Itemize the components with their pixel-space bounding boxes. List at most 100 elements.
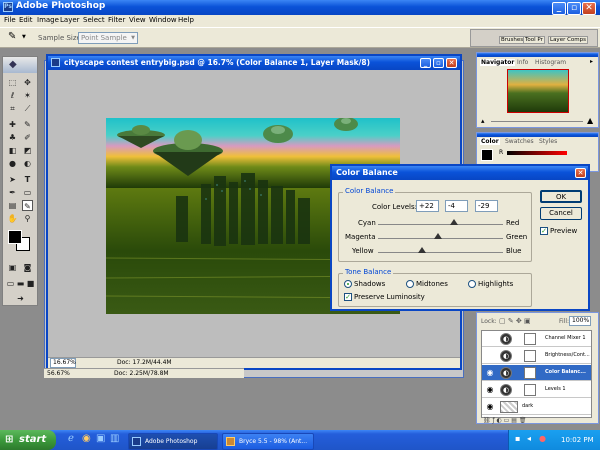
zoom-out-icon[interactable]: ▴ <box>481 117 485 125</box>
preserve-luminosity-checkbox[interactable]: ✓ <box>344 293 352 301</box>
zoom-field[interactable]: 16.67% <box>50 358 76 368</box>
doc-close-button[interactable]: ✕ <box>446 58 457 68</box>
zoom-tool-icon[interactable]: ⚲ <box>22 213 33 224</box>
healing-brush-tool-icon[interactable]: ✚ <box>7 119 18 130</box>
sample-size-select[interactable]: Point Sample ▼ <box>78 32 138 44</box>
dialog-titlebar[interactable]: Color Balance ✕ <box>332 166 588 180</box>
layer-mask-thumbnail[interactable] <box>524 367 536 379</box>
doc-maximize-button[interactable]: ▫ <box>433 58 444 68</box>
background-doc-info[interactable]: Doc: 2.25M/78.8M <box>114 370 169 377</box>
lock-icons[interactable]: ▢ ✎ ✥ ▣ <box>499 317 531 325</box>
eyedropper-tool-icon[interactable]: ✎ <box>22 200 33 211</box>
hand-tool-icon[interactable]: ✋ <box>7 213 18 224</box>
layer-row-brightness[interactable]: ◐ Brightness/Cont... <box>482 348 591 364</box>
close-button[interactable]: ✕ <box>582 2 596 15</box>
menu-file[interactable]: File <box>4 16 16 24</box>
menu-window[interactable]: Window <box>149 16 177 24</box>
level-magenta-green-field[interactable]: -4 <box>445 200 468 212</box>
level-yellow-blue-field[interactable]: -29 <box>475 200 498 212</box>
yellow-blue-slider[interactable] <box>418 247 427 253</box>
menu-image[interactable]: Image <box>37 16 59 24</box>
menu-help[interactable]: Help <box>178 16 194 24</box>
feather-logo-icon[interactable]: ◆ <box>9 59 17 70</box>
red-channel-slider[interactable] <box>507 151 567 155</box>
layer-buttons-row[interactable]: ⛓ ƒ ◐ ▭ ▤ 🗑 <box>483 417 526 424</box>
move-tool-icon[interactable]: ✥ <box>22 77 33 88</box>
navigator-thumbnail[interactable] <box>507 69 569 113</box>
taskbar-item-photoshop[interactable]: Adobe Photoshop <box>128 433 218 450</box>
layer-row-dark[interactable]: ◉ dark <box>482 399 591 415</box>
lasso-tool-icon[interactable]: ℓ <box>7 90 18 101</box>
quicklaunch-desktop-icon[interactable]: ▣ <box>96 433 105 444</box>
palette-tab-layer-comps[interactable]: Layer Comps <box>548 36 589 44</box>
eraser-tool-icon[interactable]: ◧ <box>7 145 18 156</box>
layer-mask-thumbnail[interactable] <box>524 350 536 362</box>
tab-swatches[interactable]: Swatches <box>505 138 534 145</box>
jump-to-imageready-icon[interactable]: ➜ <box>15 293 26 304</box>
palette-tab-tool-presets[interactable]: Tool Pr <box>523 36 545 44</box>
quicklaunch-media-icon[interactable]: ◉ <box>82 433 91 444</box>
menu-layer[interactable]: Layer <box>60 16 80 24</box>
document-titlebar[interactable]: cityscape contest entrybig.psd @ 16.7% (… <box>48 56 460 70</box>
brush-tool-icon[interactable]: ✎ <box>22 119 33 130</box>
tab-histogram[interactable]: Histogram <box>535 59 566 66</box>
color-titlebar[interactable] <box>477 133 598 137</box>
fill-field[interactable]: 100% <box>569 316 591 326</box>
notes-tool-icon[interactable]: ▤ <box>7 200 18 211</box>
pen-tool-icon[interactable]: ✒ <box>7 187 18 198</box>
preserve-luminosity-label[interactable]: Preserve Luminosity <box>354 293 425 301</box>
layer-row-color-balance[interactable]: ◉ ◐ Color Balanc... <box>482 365 591 381</box>
tab-navigator[interactable]: Navigator <box>480 59 516 66</box>
eye-icon[interactable]: ◉ <box>484 384 496 396</box>
path-selection-tool-icon[interactable]: ➤ <box>7 174 18 185</box>
gradient-tool-icon[interactable]: ◩ <box>22 145 33 156</box>
type-tool-icon[interactable]: T <box>22 174 33 185</box>
preview-checkbox[interactable]: ✓ <box>540 227 548 235</box>
zoom-in-icon[interactable]: ▲ <box>587 116 593 125</box>
radio-highlights-label[interactable]: Highlights <box>478 280 513 288</box>
navigator-zoom-slider[interactable] <box>491 121 583 122</box>
marquee-tool-icon[interactable]: ⬚ <box>7 77 18 88</box>
start-button[interactable]: ⊞ start <box>0 430 56 450</box>
eye-icon[interactable]: ◉ <box>484 401 496 413</box>
foreground-color-swatch[interactable] <box>8 230 22 244</box>
palette-menu-icon[interactable]: ▸ <box>590 58 593 65</box>
palette-tab-brushes[interactable]: Brushes <box>499 36 526 44</box>
doc-minimize-button[interactable]: _ <box>420 58 431 68</box>
shape-tool-icon[interactable]: ▭ <box>22 187 33 198</box>
yellow-blue-track[interactable] <box>378 252 503 253</box>
tab-color[interactable]: Color <box>480 138 500 145</box>
clone-stamp-tool-icon[interactable]: ♣ <box>7 132 18 143</box>
tray-volume-icon[interactable]: ◂ <box>527 434 531 443</box>
slice-tool-icon[interactable]: ⟋ <box>22 103 33 114</box>
minimize-button[interactable]: _ <box>552 2 566 15</box>
menu-edit[interactable]: Edit <box>19 16 33 24</box>
tray-network-icon[interactable]: ▪ <box>515 434 520 443</box>
history-brush-tool-icon[interactable]: ✐ <box>22 132 33 143</box>
cyan-red-slider[interactable] <box>450 219 459 225</box>
screen-mode-full-icon[interactable]: ■ <box>25 278 36 289</box>
radio-midtones-label[interactable]: Midtones <box>416 280 448 288</box>
menu-view[interactable]: View <box>129 16 146 24</box>
radio-midtones-icon[interactable] <box>406 280 414 288</box>
magenta-green-slider[interactable] <box>434 233 442 239</box>
layer-row-channel-mixer[interactable]: ◐ Channel Mixer 1 <box>482 331 591 347</box>
dodge-tool-icon[interactable]: ◐ <box>22 158 33 169</box>
crop-tool-icon[interactable]: ⌗ <box>7 103 18 114</box>
menu-filter[interactable]: Filter <box>108 16 125 24</box>
tray-security-icon[interactable]: ● <box>539 434 546 443</box>
tab-styles[interactable]: Styles <box>539 138 557 145</box>
quick-mask-mode-icon[interactable]: ◙ <box>22 262 33 273</box>
cyan-red-track[interactable] <box>378 224 503 225</box>
taskbar-item-bryce[interactable]: Bryce 5.5 - 98% (Ant... <box>222 433 314 450</box>
layer-row-levels[interactable]: ◉ ◐ Levels 1 <box>482 382 591 398</box>
maximize-button[interactable]: ▫ <box>567 2 581 15</box>
color-foreground-swatch[interactable] <box>481 149 493 161</box>
radio-shadows-label[interactable]: Shadows <box>354 280 385 288</box>
menu-select[interactable]: Select <box>83 16 105 24</box>
eyedropper-icon[interactable]: ✎ <box>8 31 16 42</box>
radio-shadows-icon[interactable] <box>344 280 352 288</box>
blur-tool-icon[interactable]: ● <box>7 158 18 169</box>
tool-preset-arrow-icon[interactable]: ▼ <box>22 34 26 40</box>
visibility-empty-icon[interactable] <box>484 350 496 362</box>
